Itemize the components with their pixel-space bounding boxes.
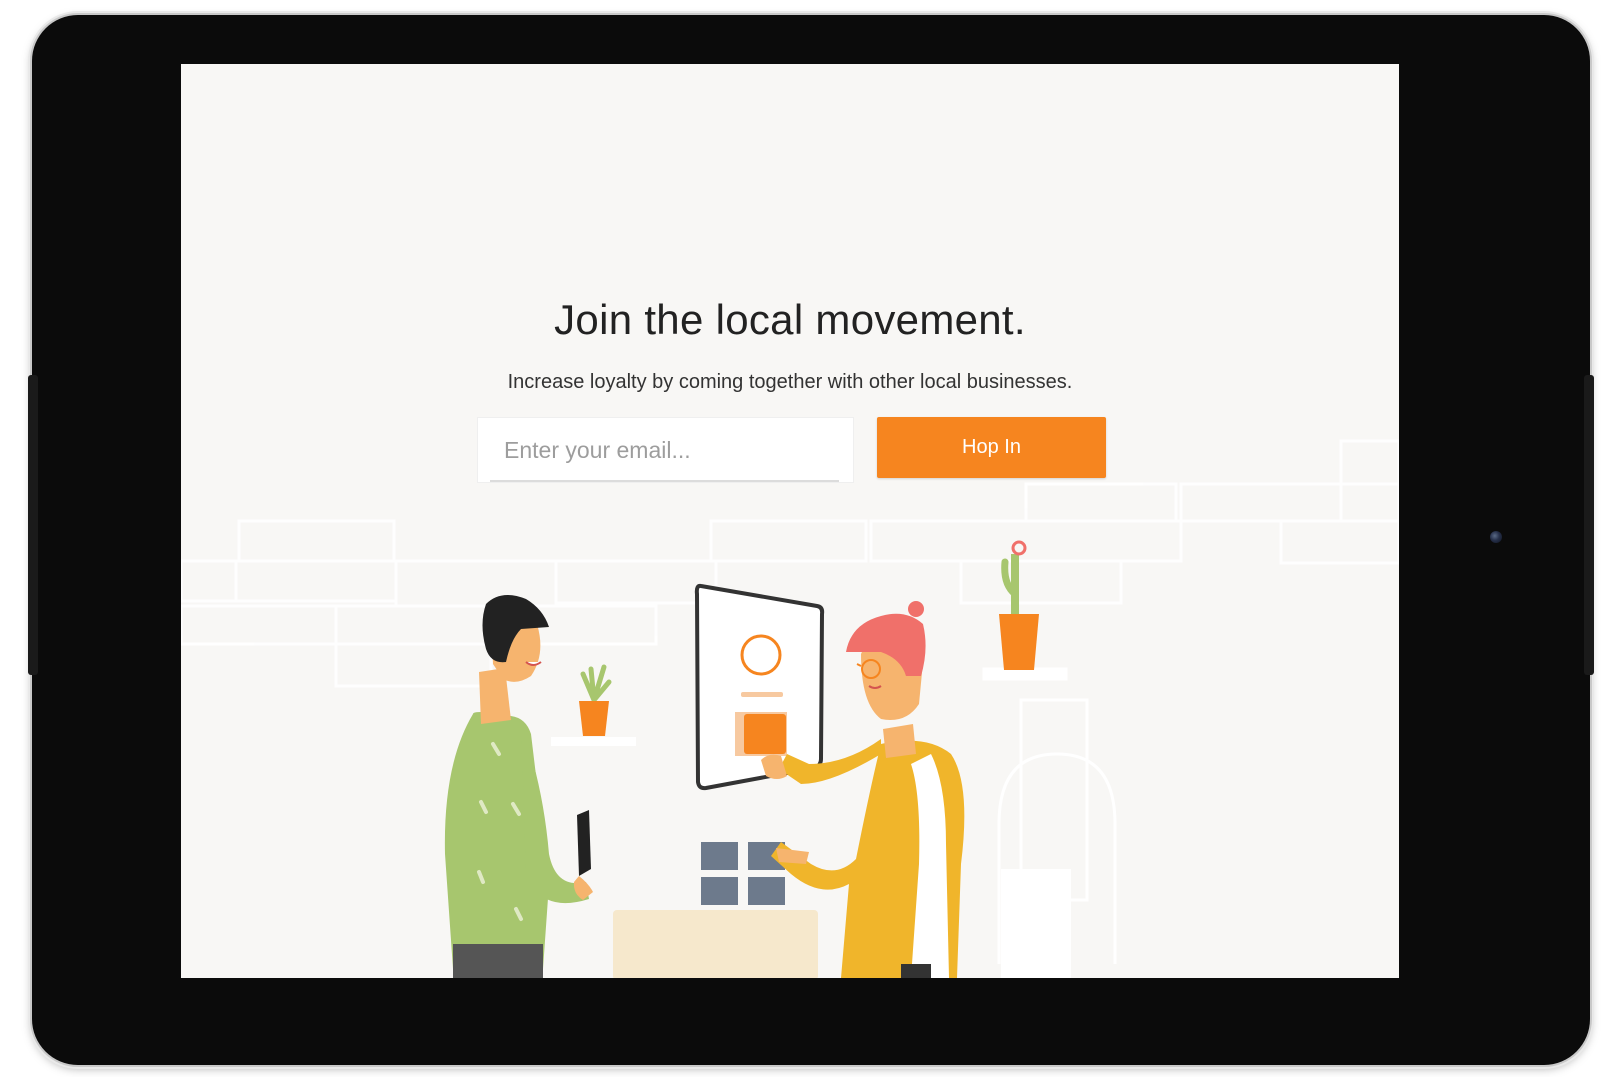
storefront-illustration xyxy=(181,439,1399,978)
email-field[interactable] xyxy=(478,418,853,482)
page-subtitle: Increase loyalty by coming together with… xyxy=(507,371,1073,393)
customer-figure xyxy=(444,595,593,978)
page-title: Join the local movement. xyxy=(554,296,1026,343)
front-camera-icon xyxy=(1490,531,1502,543)
hop-in-button[interactable]: Hop In xyxy=(877,417,1106,478)
display-stand xyxy=(1001,869,1071,978)
tablet-kiosk xyxy=(694,583,825,791)
email-field-underline xyxy=(490,480,839,482)
power-button xyxy=(1584,375,1594,675)
grid-box xyxy=(701,842,785,905)
app-screen: Join the local movement. Increase loyalt… xyxy=(181,64,1399,978)
volume-button xyxy=(28,375,38,675)
potted-plant xyxy=(551,664,636,746)
email-field-container xyxy=(477,417,854,483)
